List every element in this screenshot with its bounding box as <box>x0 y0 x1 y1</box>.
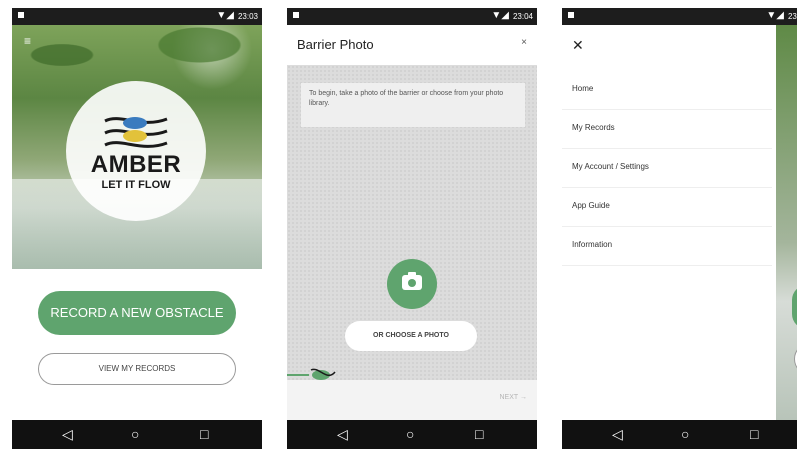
home-icon[interactable]: ○ <box>131 425 139 443</box>
page-title: Barrier Photo <box>297 37 374 52</box>
logo-tagline: LET IT FLOW <box>101 179 171 191</box>
signal-wifi-icon: ▼◢ <box>491 10 509 21</box>
home-icon[interactable]: ○ <box>681 425 689 443</box>
status-bar: ▼◢ 23:04 <box>562 8 797 25</box>
back-icon[interactable]: ◁ <box>337 425 348 443</box>
instruction-text: To begin, take a photo of the barrier or… <box>301 83 525 127</box>
android-nav-bar: ◁ ○ □ <box>12 420 262 449</box>
menu-item-information[interactable]: Information <box>562 227 772 266</box>
recent-apps-icon[interactable]: □ <box>475 425 483 443</box>
notification-icon <box>18 12 24 18</box>
status-bar: ▼◢ 23:04 <box>287 8 537 25</box>
signal-wifi-icon: ▼◢ <box>216 10 234 21</box>
menu-item-label: Information <box>572 240 613 249</box>
record-button-peek <box>792 285 797 329</box>
navigation-drawer: ✕ Home My Records My Account / Settings … <box>562 25 772 420</box>
menu-item-label: App Guide <box>572 201 610 210</box>
android-nav-bar: ◁ ○ □ <box>562 420 797 449</box>
menu-item-label: Home <box>572 84 594 93</box>
record-new-obstacle-button[interactable]: RECORD A NEW OBSTACLE <box>38 291 236 335</box>
android-nav-bar: ◁ ○ □ <box>287 420 537 449</box>
menu-item-account-settings[interactable]: My Account / Settings <box>562 149 772 188</box>
notification-icon <box>293 12 299 18</box>
recent-apps-icon[interactable]: □ <box>200 425 208 443</box>
close-icon[interactable]: × <box>521 37 527 48</box>
home-icon[interactable]: ○ <box>406 425 414 443</box>
menu-item-app-guide[interactable]: App Guide <box>562 188 772 227</box>
status-bar: ▼◢ 23:03 <box>12 8 262 25</box>
next-button[interactable]: NEXT → <box>500 394 528 401</box>
view-my-records-button[interactable]: VIEW MY RECORDS <box>38 353 236 385</box>
fish-progress-icon <box>287 368 336 380</box>
signal-wifi-icon: ▼◢ <box>766 10 784 21</box>
footer-bar: NEXT → <box>287 380 537 420</box>
camera-lens <box>408 279 416 287</box>
choose-photo-button[interactable]: OR CHOOSE A PHOTO <box>345 321 477 351</box>
take-photo-button[interactable] <box>387 259 437 309</box>
logo-title: AMBER <box>90 151 182 178</box>
phone-home-screen: ▼◢ 23:03 ≡ AMBER LET IT FLOW RECORD A NE… <box>12 8 262 449</box>
back-icon[interactable]: ◁ <box>62 425 73 443</box>
menu-item-my-records[interactable]: My Records <box>562 110 772 149</box>
close-drawer-icon[interactable]: ✕ <box>572 37 584 54</box>
hamburger-menu-icon[interactable]: ≡ <box>24 35 36 47</box>
back-icon[interactable]: ◁ <box>612 425 623 443</box>
menu-item-label: My Account / Settings <box>572 162 649 171</box>
notification-icon <box>568 12 574 18</box>
clock: 23:04 <box>512 12 533 21</box>
recent-apps-icon[interactable]: □ <box>750 425 758 443</box>
phone-menu-screen: ▼◢ 23:04 ✕ Home My Records My Account / … <box>562 8 797 449</box>
home-screen-peek <box>776 25 797 420</box>
app-bar: Barrier Photo × <box>287 25 537 65</box>
clock: 23:04 <box>787 12 797 21</box>
clock: 23:03 <box>237 12 258 21</box>
menu-item-home[interactable]: Home <box>562 71 772 110</box>
fish-logo-icon <box>104 117 168 148</box>
menu-item-label: My Records <box>572 123 615 132</box>
amber-logo: AMBER LET IT FLOW <box>66 81 206 221</box>
phone-barrier-photo-screen: ▼◢ 23:04 Barrier Photo × To begin, take … <box>287 8 537 449</box>
